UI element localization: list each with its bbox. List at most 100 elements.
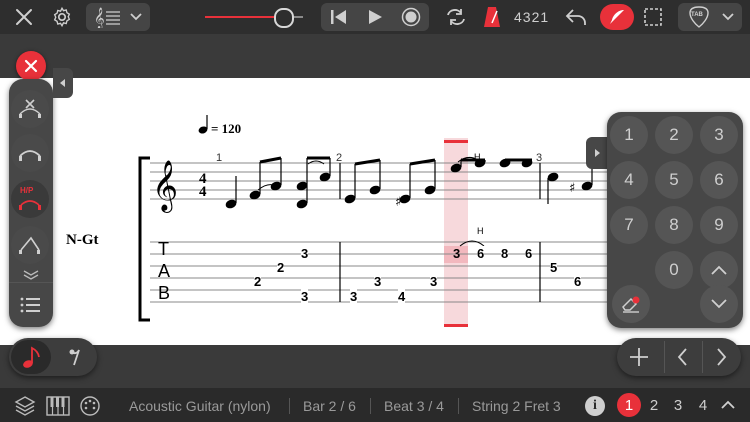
tab-fret-number[interactable]: 8 bbox=[501, 246, 509, 261]
hp-label: H/P bbox=[20, 186, 34, 195]
keypad-key-7[interactable]: 7 bbox=[610, 206, 648, 244]
layers-icon[interactable] bbox=[14, 395, 36, 417]
svg-text:𝄞: 𝄞 bbox=[94, 8, 105, 28]
previous-bar-button[interactable] bbox=[664, 341, 701, 373]
hammer-pull-tool[interactable]: H/P bbox=[11, 180, 49, 218]
tie-icon bbox=[19, 150, 41, 161]
tab-badge-label: TAB bbox=[691, 12, 703, 18]
tab-fret-number[interactable]: 3 bbox=[350, 289, 358, 304]
keypad-key-0[interactable]: 0 bbox=[655, 251, 693, 289]
barlines bbox=[339, 163, 541, 302]
selection-icon[interactable] bbox=[641, 5, 665, 29]
hammer-pull-icon bbox=[19, 200, 41, 210]
chevron-down-icon bbox=[720, 9, 736, 25]
metronome-icon[interactable] bbox=[481, 5, 503, 29]
volume-slider-handle[interactable] bbox=[274, 8, 294, 28]
string-down-button[interactable] bbox=[700, 285, 738, 323]
tab-fret-number-selected[interactable]: 3 bbox=[453, 246, 460, 261]
chevron-left-icon bbox=[677, 348, 687, 366]
record-icon[interactable] bbox=[400, 6, 422, 28]
page-button-3[interactable]: 3 bbox=[666, 393, 690, 417]
tab-fret-number[interactable]: 6 bbox=[525, 246, 533, 261]
expand-tools-button[interactable] bbox=[9, 268, 53, 280]
keypad-key-1[interactable]: 1 bbox=[610, 116, 648, 154]
page-button-4[interactable]: 4 bbox=[691, 393, 715, 417]
tab-fret-number[interactable]: 3 bbox=[301, 246, 309, 261]
tuner-icon[interactable] bbox=[79, 395, 101, 417]
dead-note-icon bbox=[19, 99, 41, 118]
tab-fret-number[interactable]: 5 bbox=[550, 260, 558, 275]
notation-view-dropdown[interactable]: 𝄞 bbox=[86, 3, 150, 31]
cursor-bottom-marker bbox=[444, 324, 468, 327]
page-button-2[interactable]: 2 bbox=[642, 393, 666, 417]
keypad-key-4[interactable]: 4 bbox=[610, 161, 648, 199]
keypad-key-8[interactable]: 8 bbox=[655, 206, 693, 244]
divider bbox=[370, 398, 371, 414]
keypad-key-3[interactable]: 3 bbox=[700, 116, 738, 154]
sharp-sign: ♯ bbox=[395, 195, 401, 210]
play-icon[interactable] bbox=[364, 7, 386, 27]
tab-fret-number[interactable]: 6 bbox=[477, 246, 485, 261]
chevron-up-icon bbox=[721, 400, 735, 409]
divider bbox=[458, 398, 459, 414]
count-in-label[interactable]: 4321 bbox=[514, 9, 549, 25]
slide-icon bbox=[19, 236, 40, 254]
dead-note-tool[interactable] bbox=[11, 90, 49, 128]
rest-mode-button[interactable] bbox=[55, 340, 95, 374]
tab-staff bbox=[150, 241, 610, 303]
tab-fret-number[interactable]: 3 bbox=[301, 289, 309, 304]
bar-number: 3 bbox=[536, 152, 543, 164]
tab-letter: T bbox=[158, 239, 169, 259]
time-signature-bottom: 4 bbox=[199, 184, 207, 200]
track-name-label[interactable]: N-Gt bbox=[66, 232, 99, 249]
sharp-sign: ♯ bbox=[569, 181, 575, 196]
keypad-key-9[interactable]: 9 bbox=[700, 206, 738, 244]
close-panel-button[interactable] bbox=[16, 51, 46, 81]
instrument-label[interactable]: Acoustic Guitar (nylon) bbox=[129, 398, 271, 414]
bar-number: 1 bbox=[216, 152, 223, 164]
tab-fret-number[interactable]: 4 bbox=[398, 289, 406, 304]
page-button-1[interactable]: 1 bbox=[617, 393, 641, 417]
chevron-right-icon bbox=[595, 149, 600, 157]
gear-icon[interactable] bbox=[49, 4, 75, 30]
collapse-status-button[interactable] bbox=[718, 396, 738, 414]
slide-tool[interactable] bbox=[11, 226, 49, 264]
tie-tool[interactable] bbox=[11, 134, 49, 172]
keypad-key-6[interactable]: 6 bbox=[700, 161, 738, 199]
tab-view-dropdown[interactable]: TAB bbox=[678, 3, 742, 31]
string-fret-label: String 2 Fret 3 bbox=[472, 398, 561, 414]
chevron-left-icon bbox=[60, 79, 65, 87]
tab-fret-number[interactable]: 2 bbox=[277, 260, 285, 275]
collapse-keypad-button[interactable] bbox=[586, 137, 608, 169]
loop-icon[interactable] bbox=[443, 6, 469, 28]
undo-icon[interactable] bbox=[564, 5, 588, 29]
keypad-key-2[interactable]: 2 bbox=[655, 116, 693, 154]
add-bar-button[interactable] bbox=[623, 341, 655, 373]
info-icon[interactable]: i bbox=[585, 396, 605, 416]
tab-fret-number[interactable]: 6 bbox=[574, 274, 582, 289]
list-menu-button[interactable] bbox=[9, 282, 53, 327]
erase-button[interactable] bbox=[612, 285, 650, 323]
close-icon[interactable] bbox=[12, 5, 36, 29]
tab-letter: A bbox=[158, 261, 171, 281]
skip-back-icon[interactable] bbox=[328, 7, 350, 27]
string-up-button[interactable] bbox=[700, 251, 738, 289]
collapse-panel-button[interactable] bbox=[53, 68, 73, 98]
close-icon bbox=[24, 59, 38, 73]
edit-mode-button[interactable] bbox=[600, 4, 634, 30]
note-mode-button[interactable] bbox=[11, 340, 51, 374]
piano-keyboard-icon[interactable] bbox=[46, 396, 70, 416]
plus-icon bbox=[630, 348, 648, 366]
tab-letter: B bbox=[158, 283, 171, 303]
eighth-rest-icon bbox=[69, 349, 80, 366]
tab-fret-number[interactable]: 2 bbox=[254, 274, 262, 289]
treble-staff-icon: 𝄞 bbox=[94, 6, 124, 28]
chevron-down-icon bbox=[711, 299, 727, 309]
tab-fret-number[interactable]: 3 bbox=[430, 274, 438, 289]
next-bar-button[interactable] bbox=[702, 341, 739, 373]
notation-notes bbox=[225, 156, 593, 209]
tab-fret-number[interactable]: 3 bbox=[374, 274, 382, 289]
toolbar-subbar bbox=[0, 34, 750, 78]
hammer-on-label: H bbox=[474, 152, 481, 162]
keypad-key-5[interactable]: 5 bbox=[655, 161, 693, 199]
